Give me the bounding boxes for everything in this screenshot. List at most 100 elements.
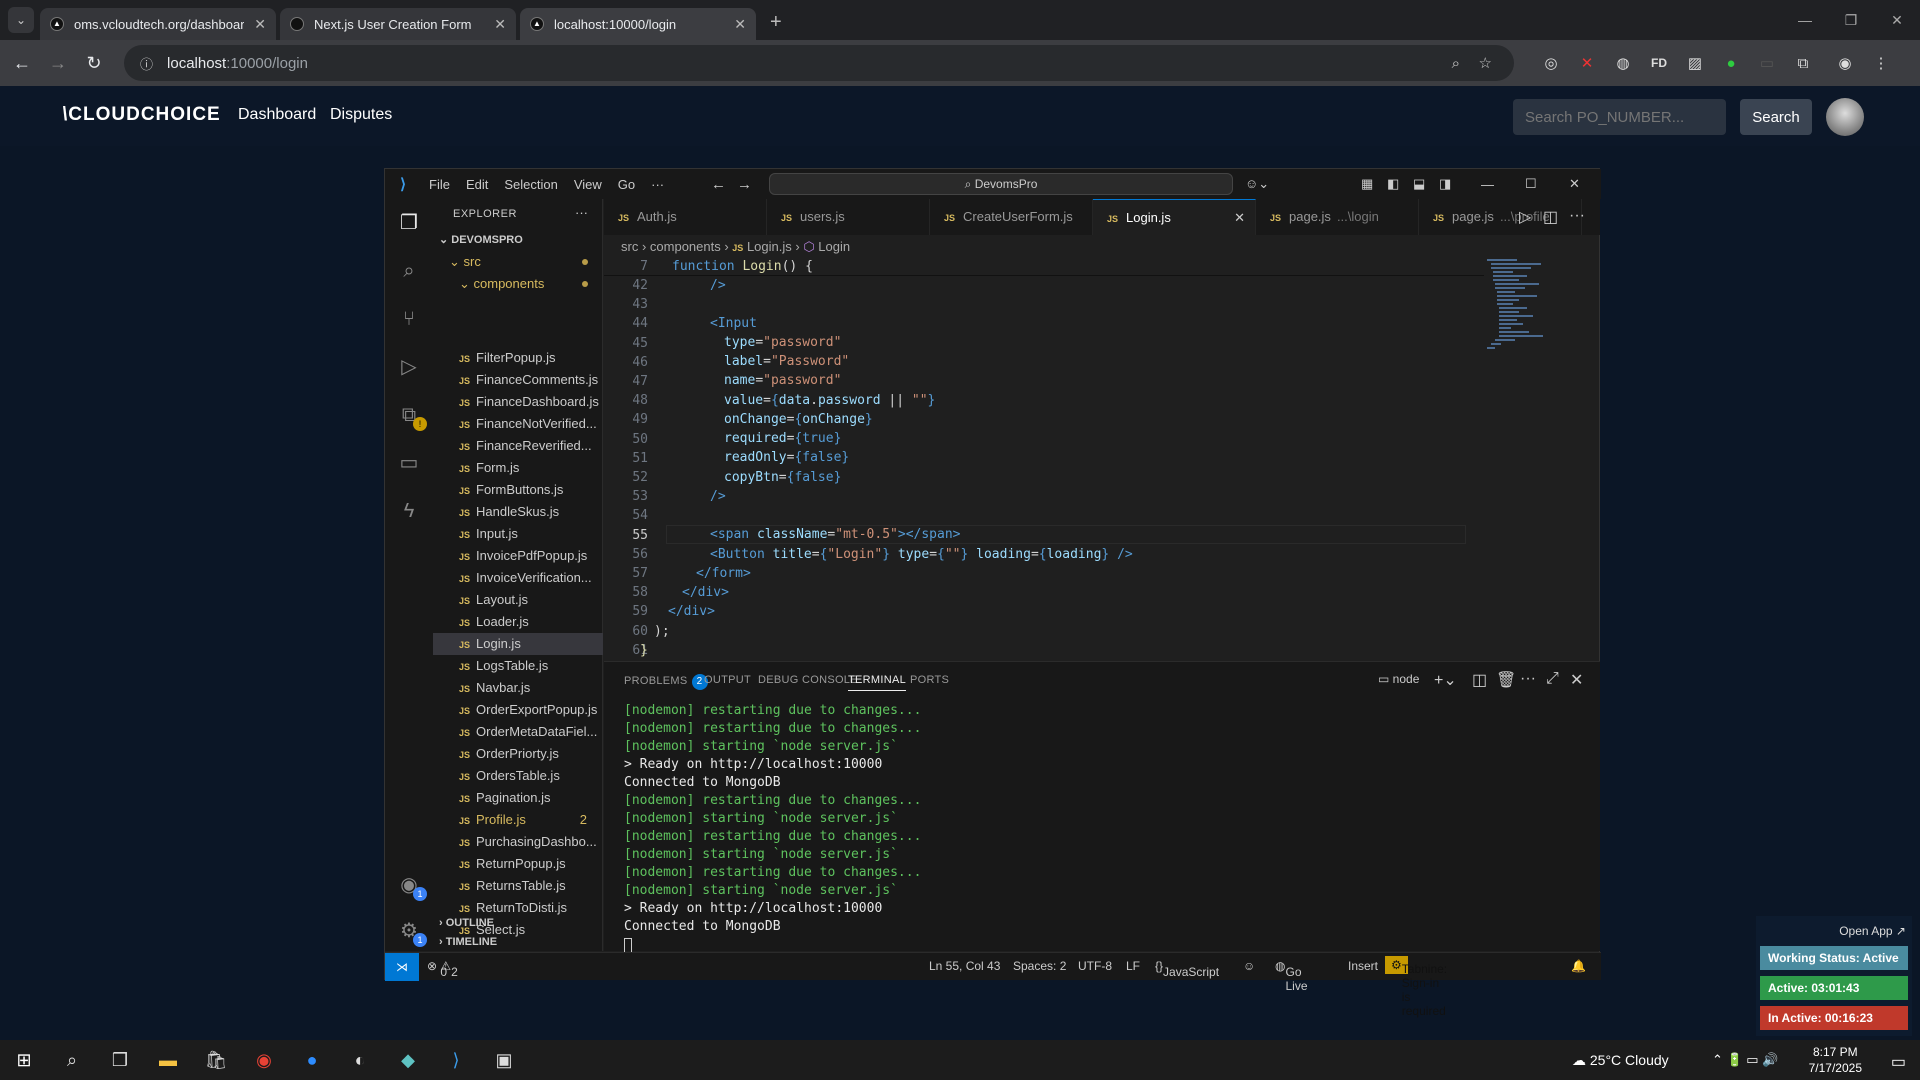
toggle-secondary-sidebar-icon[interactable]: ◨ [1439, 176, 1451, 192]
explorer-more-icon[interactable]: ··· [575, 205, 588, 220]
trash-icon[interactable]: 🗑 [1496, 670, 1516, 690]
minimap[interactable] [1485, 257, 1575, 377]
browser-tab-user-form[interactable]: Next.js User Creation Form ✕ [280, 8, 516, 40]
copilot-icon[interactable]: ☺⌄ [1245, 176, 1269, 192]
file-item[interactable]: JS LogsTable.js [433, 655, 603, 677]
file-item[interactable]: JS Input.js [433, 523, 603, 545]
vs-minimize-icon[interactable]: — [1481, 177, 1494, 192]
file-item[interactable]: JS Login.js [433, 633, 603, 655]
file-item[interactable]: JS FinanceComments.js [433, 369, 603, 391]
extension-fd-icon[interactable]: FD [1641, 50, 1677, 76]
close-tab-icon[interactable]: ✕ [734, 16, 746, 33]
browser-tab-dashboard[interactable]: ▲ oms.vcloudtech.org/dashboard ✕ [40, 8, 276, 40]
problems-status[interactable]: ⊗ 0 ⚠ 2 [427, 959, 458, 979]
run-debug-icon[interactable]: ▷ [395, 353, 423, 381]
menu-selection[interactable]: Selection [496, 177, 565, 192]
chrome-menu-icon[interactable]: ⋮ [1863, 50, 1899, 76]
file-item[interactable]: JS OrderExportPopup.js [433, 699, 603, 721]
code-editor[interactable]: 7 function Login() { 42 43 44 45 46 47 48 49 50 5… [604, 257, 1504, 658]
run-file-icon[interactable]: ▷ [1519, 207, 1531, 227]
search-icon[interactable]: ⌕ [395, 257, 423, 285]
file-item[interactable]: JS FinanceNotVerified... [433, 413, 603, 435]
reload-icon[interactable]: ↻ [76, 53, 112, 74]
tab-debug-console[interactable]: DEBUG CONSOLE [758, 674, 858, 686]
timeline-section[interactable]: › TIMELINE [433, 934, 603, 951]
file-explorer-icon[interactable]: ▬ [144, 1040, 192, 1080]
menu-go[interactable]: Go [610, 177, 643, 192]
terminal-output[interactable]: [nodemon] restarting due to changes... [n… [624, 702, 921, 953]
file-item[interactable]: JS InvoiceVerification... [433, 567, 603, 589]
app-icon[interactable]: ◐ [336, 1040, 384, 1080]
nav-forward-icon[interactable]: → [737, 176, 752, 193]
file-item[interactable]: JS FormButtons.js [433, 479, 603, 501]
file-item[interactable]: JS Loader.js [433, 611, 603, 633]
cursor-position[interactable]: Ln 55, Col 43 [929, 959, 1000, 973]
file-item[interactable]: JS OrderMetaDataFiel... [433, 721, 603, 743]
terminal-taskbar-icon[interactable]: ▣ [480, 1040, 528, 1080]
panel-more-icon[interactable]: ··· [1520, 670, 1536, 688]
file-item[interactable]: JS HandleSkus.js [433, 501, 603, 523]
vs-maximize-icon[interactable]: ☐ [1525, 176, 1537, 192]
explorer-icon[interactable]: ❐ [395, 209, 423, 237]
taskbar-clock[interactable]: 8:17 PM 7/17/2025 [1809, 1044, 1862, 1076]
weather-widget[interactable]: ☁ 25°C Cloudy [1572, 1052, 1669, 1069]
indentation[interactable]: Spaces: 2 [1013, 959, 1066, 973]
tab-search-button[interactable]: ⌄ [8, 7, 34, 33]
extension-green-icon[interactable]: ● [1713, 50, 1749, 76]
profile-icon[interactable]: ◉ [1827, 50, 1863, 76]
extension-glasses-icon[interactable]: ◎ [1533, 50, 1569, 76]
nav-dashboard-link[interactable]: Dashboard [238, 106, 316, 124]
editor-tab[interactable]: JS Auth.js [604, 199, 767, 235]
close-tab-icon[interactable]: ✕ [254, 16, 266, 33]
folder-src[interactable]: ⌄ src [433, 251, 602, 273]
back-icon[interactable]: ← [4, 53, 40, 74]
editor-tab[interactable]: JS page.js ...\login [1256, 199, 1419, 235]
extension-globe-icon[interactable]: ◍ [1605, 50, 1641, 76]
tab-output[interactable]: OUTPUT [704, 674, 751, 686]
windows-start-icon[interactable]: ⊞ [0, 1040, 48, 1080]
file-item[interactable]: JS ReturnsTable.js [433, 875, 603, 897]
taskbar-search-icon[interactable]: ⌕ [48, 1040, 96, 1080]
editor-tab[interactable]: JS Login.js ✕ [1093, 199, 1256, 235]
file-item[interactable]: JS Profile.js 2 [433, 809, 603, 831]
site-info-icon[interactable]: ⓘ [140, 54, 153, 73]
logo[interactable]: \CLOUDCHOICE [62, 104, 221, 126]
file-item[interactable]: JS PurchasingDashbo... [433, 831, 603, 853]
forward-icon[interactable]: → [40, 53, 76, 74]
extension-image-icon[interactable]: ▨ [1677, 50, 1713, 76]
minimize-icon[interactable]: — [1782, 0, 1828, 40]
notification-center-icon[interactable]: ▭ [1891, 1052, 1906, 1072]
command-center[interactable]: ⌕ DevomsPro [769, 173, 1233, 195]
bookmark-star-icon[interactable]: ☆ [1479, 54, 1492, 72]
project-root[interactable]: ⌄ DEVOMSPRO [433, 229, 602, 251]
menu-edit[interactable]: Edit [458, 177, 496, 192]
maximize-panel-icon[interactable]: ⤢ [1546, 670, 1559, 688]
po-search-input[interactable] [1513, 99, 1726, 135]
toggle-sidebar-icon[interactable]: ◧ [1387, 176, 1399, 192]
close-tab-icon[interactable]: ✕ [1234, 200, 1245, 235]
nav-disputes-link[interactable]: Disputes [330, 106, 392, 124]
file-item[interactable]: JS Layout.js [433, 589, 603, 611]
tab-problems[interactable]: PROBLEMS 2 [624, 674, 708, 690]
task-view-icon[interactable]: ❒ [96, 1040, 144, 1080]
extensions-puzzle-icon[interactable]: ⧉ [1785, 50, 1821, 76]
file-item[interactable]: JS Navbar.js [433, 677, 603, 699]
app-gem-icon[interactable]: ◆ [384, 1040, 432, 1080]
file-item[interactable]: JS Pagination.js [433, 787, 603, 809]
extension-x-icon[interactable]: ✕ [1569, 50, 1605, 76]
extension-cast-icon[interactable]: ▭ [1749, 50, 1785, 76]
menu-view[interactable]: View [566, 177, 610, 192]
tab-ports[interactable]: PORTS [910, 674, 949, 686]
settings-gear-icon[interactable]: ⚙ 1 [395, 917, 427, 947]
browser-tab-login[interactable]: ▲ localhost:10000/login ✕ [520, 8, 756, 40]
toggle-panel-icon[interactable]: ⬓ [1413, 176, 1425, 192]
split-editor-icon[interactable]: ◫ [1543, 207, 1558, 227]
store-icon[interactable]: 🛍 [192, 1040, 240, 1080]
file-item[interactable]: JS OrderPriorty.js [433, 743, 603, 765]
editor-tab[interactable]: JS CreateUserForm.js [930, 199, 1093, 235]
copilot-status-icon[interactable]: ☺ [1243, 959, 1255, 973]
tray-icons[interactable]: ⌃ 🔋 ▭ 🔊 [1712, 1052, 1778, 1068]
zoom-app-icon[interactable]: ● [288, 1040, 336, 1080]
menu-file[interactable]: File [421, 177, 458, 192]
language-mode[interactable]: {} JavaScript [1155, 959, 1219, 979]
